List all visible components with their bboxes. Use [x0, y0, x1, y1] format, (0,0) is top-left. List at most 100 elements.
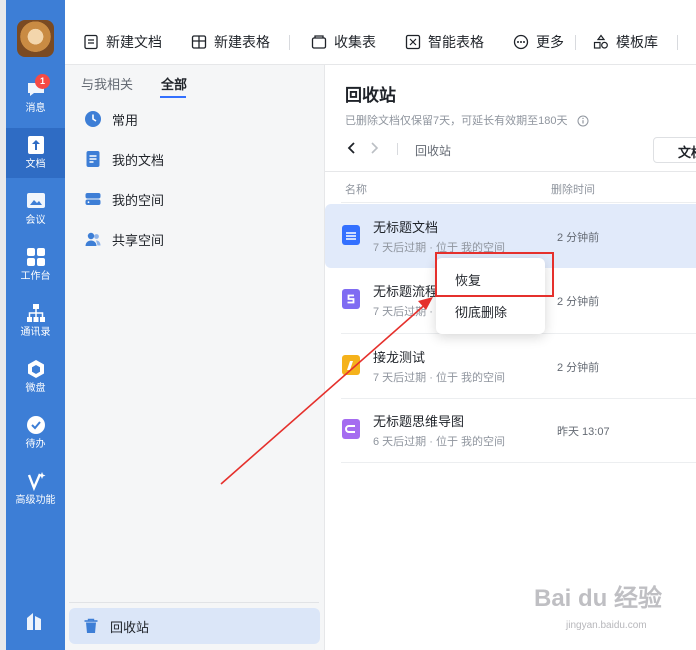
nav-item-label: 我的空间: [112, 192, 165, 208]
clock-icon: [85, 111, 101, 127]
shared-users-icon: [85, 232, 101, 246]
doc-file-icon: [342, 225, 360, 245]
rail-item-workbench[interactable]: 工作台: [6, 240, 65, 290]
tab-related[interactable]: 与我相关: [81, 74, 133, 93]
file-meta: 7 天后过期 · 位于 我的空间: [373, 372, 506, 384]
jielong-file-icon: [342, 355, 360, 375]
trash-icon: [84, 618, 98, 633]
forward-arrow-icon[interactable]: [367, 141, 381, 155]
toolbar-divider: [289, 35, 290, 50]
rail-item-advanced[interactable]: 高级功能: [6, 464, 65, 514]
table-outline-icon: [191, 35, 207, 49]
active-tab-underline: [160, 96, 186, 98]
smart-sheet-label: 智能表格: [428, 34, 484, 50]
nav-item-label: 共享空间: [112, 232, 165, 248]
rail-item-label: 文档: [25, 159, 46, 170]
grid-apps-icon: [26, 248, 45, 266]
more-label: 更多: [536, 34, 564, 50]
nav-item-shared-space[interactable]: 共享空间: [65, 221, 324, 257]
collect-form-button[interactable]: 收集表: [311, 22, 376, 62]
rail-item-docs[interactable]: 文档: [6, 128, 65, 178]
user-avatar[interactable]: [17, 20, 54, 57]
toolbar-divider: [677, 35, 678, 50]
toolbar-divider: [575, 35, 576, 50]
deleted-time: 2 分钟前: [557, 296, 600, 308]
flowchart-file-icon: [342, 289, 360, 309]
rail-item-drive[interactable]: 微盘: [6, 352, 65, 402]
document-icon: [27, 136, 44, 154]
back-arrow-icon[interactable]: [345, 141, 359, 155]
deleted-time: 2 分钟前: [557, 362, 600, 374]
more-dots-icon: [513, 34, 529, 50]
nav-item-label: 常用: [112, 112, 139, 128]
rail-item-label: 会议: [25, 215, 46, 226]
nav-item-frequent[interactable]: 常用: [65, 101, 324, 137]
rail-item-label: 消息: [25, 103, 46, 114]
file-name: 无标题文档: [373, 220, 439, 235]
templates-button[interactable]: 模板库: [593, 22, 658, 62]
column-header-name[interactable]: 名称: [345, 181, 367, 197]
rail-item-label: 高级功能: [15, 495, 56, 506]
rail-item-contacts[interactable]: 通讯录: [6, 296, 65, 346]
header-divider: [325, 171, 696, 172]
more-button[interactable]: 更多: [513, 22, 564, 62]
storage-icon: [85, 193, 101, 205]
watermark-url: jingyan.baidu.com: [566, 620, 647, 631]
smart-table-icon: [405, 34, 421, 50]
mindmap-file-icon: [342, 419, 360, 439]
rail-item-label: 工作台: [20, 271, 51, 282]
annotation-highlight-box: [435, 252, 554, 297]
smart-sheet-button[interactable]: 智能表格: [405, 22, 484, 62]
org-chart-icon: [26, 304, 45, 322]
nav-item-my-docs[interactable]: 我的文档: [65, 141, 324, 177]
templates-label: 模板库: [616, 34, 658, 50]
new-doc-label: 新建文档: [106, 34, 162, 50]
retention-text: 已删除文档仅保留7天，可延长有效期至180天: [345, 115, 568, 127]
rail-item-label: 微盘: [25, 383, 46, 394]
file-row[interactable]: 接龙测试 7 天后过期 · 位于 我的空间 2 分钟前: [325, 334, 696, 398]
info-icon[interactable]: [577, 115, 589, 127]
unread-badge: 1: [35, 74, 50, 89]
sparkle-icon: [27, 472, 45, 492]
create-toolbar: 新建文档 新建表格 收集表 智能表格 更多 模板库: [65, 22, 696, 64]
rail-item-label: 通讯录: [20, 327, 51, 338]
column-divider: [341, 202, 696, 203]
nav-item-label: 我的文档: [112, 152, 165, 168]
drive-icon: [27, 360, 44, 378]
breadcrumb-divider: [397, 143, 398, 155]
rail-item-label: 待办: [25, 439, 46, 450]
file-row[interactable]: 无标题思维导图 6 天后过期 · 位于 我的空间 昨天 13:07: [325, 398, 696, 462]
doc-nav-panel: 与我相关 全部 常用 我的文档 我的空间 共享空间 回收站: [65, 64, 324, 650]
file-meta: 6 天后过期 · 位于 我的空间: [373, 436, 506, 448]
new-sheet-button[interactable]: 新建表格: [191, 22, 270, 62]
file-name: 接龙测试: [373, 350, 426, 365]
tab-all[interactable]: 全部: [161, 74, 187, 93]
nav-item-my-space[interactable]: 我的空间: [65, 181, 324, 217]
bookshelf-icon[interactable]: [24, 610, 48, 632]
new-doc-button[interactable]: 新建文档: [83, 22, 162, 62]
row-divider: [341, 462, 696, 463]
document-icon: [86, 151, 100, 167]
collect-form-label: 收集表: [334, 34, 376, 50]
app-rail: 1 消息 文档 会议 工作台 通讯录 微盘 待办 高级功能: [6, 0, 65, 650]
delete-forever-menu-item[interactable]: 彻底删除: [436, 295, 545, 325]
rail-item-messages[interactable]: 1 消息: [6, 72, 65, 122]
nav-item-label: 回收站: [110, 619, 150, 635]
breadcrumb: 回收站: [415, 144, 452, 158]
deleted-time: 2 分钟前: [557, 232, 600, 244]
check-circle-icon: [26, 416, 45, 434]
rail-item-meeting[interactable]: 会议: [6, 184, 65, 234]
template-shapes-icon: [593, 34, 608, 49]
retention-notice: 已删除文档仅保留7天，可延长有效期至180天: [345, 112, 589, 128]
file-name: 无标题思维导图: [373, 414, 465, 429]
watermark-brand: Bai du 经验: [534, 585, 663, 612]
new-sheet-label: 新建表格: [214, 34, 270, 50]
doc-type-filter-button[interactable]: 文档: [653, 137, 696, 163]
rail-item-todo[interactable]: 待办: [6, 408, 65, 458]
meeting-icon: [26, 193, 45, 208]
form-outline-icon: [311, 35, 327, 49]
page-title: 回收站: [345, 86, 396, 105]
column-header-deleted-time[interactable]: 删除时间: [551, 181, 595, 197]
nav-divider: [69, 602, 319, 603]
nav-item-recycle-bin[interactable]: 回收站: [69, 608, 320, 644]
